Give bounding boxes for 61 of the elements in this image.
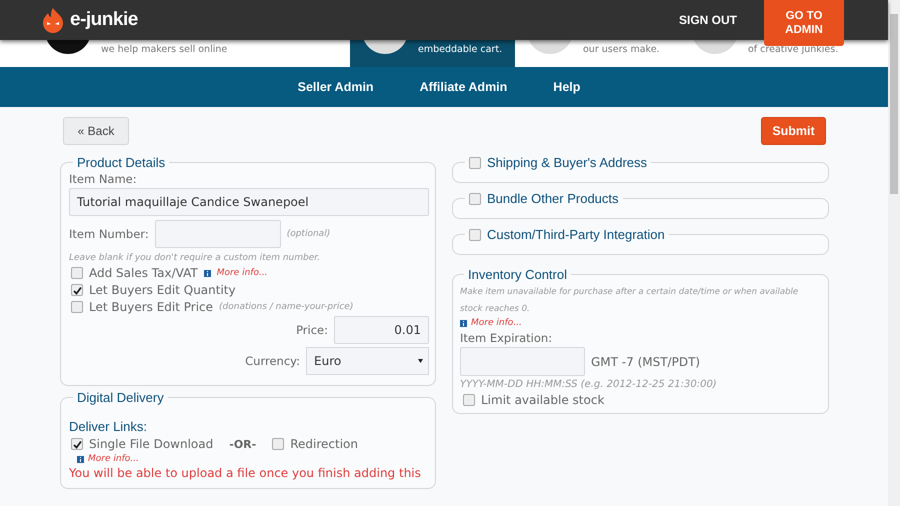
info-icon (77, 456, 84, 462)
option-note: (donations / name-your-price) (219, 302, 354, 312)
promo-text: we help makers sell online (101, 44, 228, 55)
section-title: Product Details (76, 155, 166, 170)
optional-hint: (optional) (286, 229, 330, 239)
price-field[interactable]: 0.01 (334, 316, 429, 344)
checkbox[interactable] (272, 438, 284, 450)
checkbox[interactable] (469, 228, 481, 240)
checkbox[interactable] (71, 438, 83, 450)
currency-select[interactable]: Euro (306, 347, 429, 375)
section-title: Custom/Third-Party Integration (487, 227, 665, 242)
more-info-link[interactable]: More info... (216, 268, 268, 278)
inventory-description: Make item unavailable for purchase after a certain date/time or when available stock reaches 0. (460, 286, 800, 316)
nav-link[interactable]: Help (553, 80, 580, 94)
caret-icon (418, 359, 423, 363)
checkbox[interactable] (71, 284, 83, 296)
option-label: Let Buyers Edit Price (89, 300, 214, 314)
option-label: Redirection (290, 437, 358, 451)
upload-notice: You will be able to upload a file once you finish adding this (69, 466, 422, 480)
timezone-label: GMT -7 (MST/PDT) (591, 354, 700, 368)
item-number-field[interactable] (154, 220, 281, 248)
logo-text[interactable]: e-junkie (70, 9, 138, 31)
section-title: Bundle Other Products (487, 191, 619, 206)
go-to-admin-button[interactable]: GO TO ADMIN (764, 0, 844, 46)
promo-text: embeddable cart. (418, 44, 502, 55)
scrollbar[interactable] (888, 0, 900, 506)
nav-link[interactable]: Affiliate Admin (420, 80, 508, 94)
promo-text: of creative junkies. (748, 44, 838, 55)
section-title: Digital Delivery (76, 390, 165, 405)
sign-out-link[interactable]: SIGN OUT (678, 13, 737, 27)
more-info-link[interactable]: More info... (88, 454, 139, 464)
submit-button[interactable]: Submit (761, 117, 826, 145)
checkbox[interactable] (71, 301, 83, 313)
option-label: Add Sales Tax/VAT (89, 266, 198, 280)
info-icon (204, 270, 211, 276)
option-label: Let Buyers Edit Quantity (89, 283, 236, 297)
more-info-link[interactable]: More info... (471, 318, 522, 328)
checkbox[interactable] (463, 394, 475, 406)
flame-logo-icon (42, 7, 64, 33)
field-label: Item Expiration: (460, 331, 554, 345)
checkbox[interactable] (469, 192, 481, 204)
deliver-links-label: Deliver Links: (69, 419, 148, 434)
date-format-hint: YYYY-MM-DD HH:MM:SS (e.g. 2012-12-25 21:30:00) (460, 379, 717, 390)
promo-text: our users make. (583, 44, 660, 55)
item-name-field[interactable]: Tutorial maquillaje Candice Swanepoel (69, 188, 429, 216)
field-label: Price: (296, 323, 328, 337)
or-separator: -OR- (229, 438, 256, 450)
nav-link[interactable]: Seller Admin (298, 80, 374, 94)
item-expiration-field[interactable] (460, 347, 585, 376)
section-title: Shipping & Buyer's Address (487, 155, 648, 170)
option-label: Single File Download (89, 437, 214, 451)
info-icon (460, 320, 467, 326)
field-label: Currency: (245, 354, 300, 368)
field-label: Item Name: (69, 172, 138, 186)
checkbox[interactable] (71, 267, 83, 279)
checkbox[interactable] (469, 156, 481, 168)
section-title: Inventory Control (467, 267, 568, 282)
back-button[interactable]: « Back (63, 117, 129, 145)
item-number-note: Leave blank if you don't require a custom item number. (69, 253, 320, 263)
option-label: Limit available stock (481, 393, 604, 407)
field-label: Item Number: (69, 227, 149, 241)
